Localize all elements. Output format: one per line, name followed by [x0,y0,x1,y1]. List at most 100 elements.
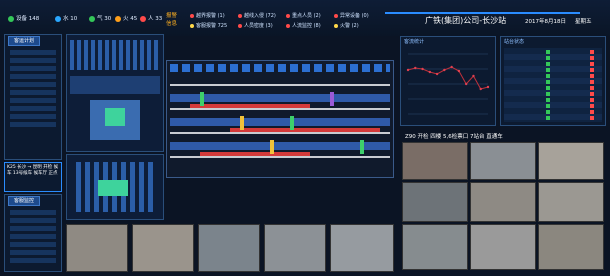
plan-list [8,50,58,140]
camera-feed[interactable] [402,224,468,270]
floor-plan-hall [70,76,160,94]
camera-feed[interactable] [264,224,326,272]
chart-point [472,74,475,78]
list-item[interactable] [10,114,56,119]
service-list [8,210,58,270]
camera-feed[interactable] [538,224,604,270]
header-weekday: 星期五 [575,19,592,25]
chart-point [457,69,461,73]
stat-item-gas[interactable]: 气 30 [89,14,111,22]
alarm-item[interactable]: 越界报警 (1) [190,12,225,19]
chart-point [450,65,453,69]
train-marker[interactable] [230,128,380,132]
list-item[interactable] [10,226,56,231]
page-title: 广铁(集团)公司-长沙站 [425,16,507,25]
camera-feed[interactable] [470,224,536,270]
flow-line-chart [406,53,490,115]
list-item[interactable] [10,210,56,215]
list-item[interactable] [10,98,56,103]
list-item[interactable] [10,234,56,239]
zone-marker-green[interactable] [360,140,364,154]
camera-feed[interactable] [330,224,394,272]
list-item[interactable] [10,258,56,263]
chart-point [479,87,482,91]
zone-marker-green[interactable] [200,92,204,106]
list-item[interactable] [10,66,56,71]
camera-feed[interactable] [538,142,604,180]
camera-feed[interactable] [66,224,128,272]
zone-marker-yellow[interactable] [240,116,244,130]
train-label: Z90 开检 四楼 5,6检票口 7站台 直通车 [405,134,503,140]
alarm-dot-icon [334,13,338,18]
chart-point [428,70,432,74]
tab-passenger-plan[interactable]: 客运计划 [8,36,40,46]
chart-point [443,68,446,72]
list-item[interactable] [10,74,56,79]
alarm-dot-icon [286,23,290,28]
platform[interactable] [170,142,390,150]
header-date: 2017年8月18日 [525,19,566,25]
chart-point [464,82,468,86]
zone-marker-green[interactable] [290,116,294,130]
stat-item-power[interactable]: 设备 148 [8,14,39,22]
platform[interactable] [170,118,390,126]
chart-point [486,85,490,89]
zone-marker-yellow[interactable] [270,140,274,154]
alarm-item[interactable]: 重点人员 (2) [286,12,321,19]
alarm-item[interactable]: 客服报警 725 [190,22,227,29]
list-item[interactable] [10,122,56,127]
stat-item-water[interactable]: 水 10 [55,14,77,22]
list-item[interactable] [10,242,56,247]
status-column-alert [590,50,594,120]
list-item[interactable] [10,106,56,111]
tab-service-monitor[interactable]: 客服监控 [8,196,40,206]
list-item[interactable] [10,50,56,55]
list-item[interactable] [10,90,56,95]
chart-point [435,72,439,76]
alarm-label: 报警 信息 [166,13,178,27]
train-marker[interactable] [190,104,310,108]
alarm-dot-icon [190,13,194,18]
alarm-dot-icon [238,23,242,28]
gas-icon [89,15,95,22]
list-item[interactable] [10,250,56,255]
status-column-ok [546,50,550,120]
alarm-item[interactable]: 异常设备 (0) [334,12,369,19]
list-item[interactable] [10,218,56,223]
camera-feed[interactable] [132,224,194,272]
camera-feed[interactable] [198,224,260,272]
chart-point [421,67,424,71]
stat-item-fire[interactable]: 火 45 [115,14,137,22]
stat-item-alert[interactable]: 人 33 [140,14,162,22]
status-table [504,48,602,122]
list-item[interactable] [10,58,56,63]
track-line [170,84,390,86]
water-icon [55,15,61,22]
alarm-item[interactable]: 人员密度 (3) [238,22,273,29]
alarm-dot-icon [286,13,290,18]
alarm-item[interactable]: 火警 (2) [334,22,359,29]
floor-plan-area-green [105,108,125,126]
header-glow-line [385,12,580,14]
train-info-text: K25 长沙 → 昆明 开检 候车 13号候车 候车厅 正点 [7,165,59,176]
track-line [170,108,390,110]
series-line [407,66,489,90]
camera-feed[interactable] [470,142,536,180]
chart-point [414,66,417,70]
camera-feed[interactable] [402,182,468,222]
camera-feed[interactable] [402,142,468,180]
alarm-item[interactable]: 人流监控 (8) [286,22,321,29]
alert-icon [140,15,146,22]
alarm-dot-icon [190,23,194,28]
floor-plan-area-green [98,180,128,196]
fire-icon [115,15,121,22]
camera-feed[interactable] [538,182,604,222]
train-marker[interactable] [200,152,310,156]
list-item[interactable] [10,82,56,87]
zone-marker-purple[interactable] [330,92,334,106]
alarm-dot-icon [238,13,242,18]
camera-feed[interactable] [470,182,536,222]
track-line [170,132,390,134]
alarm-item[interactable]: 越线入侵 (72) [238,12,276,19]
alarm-dot-icon [334,23,338,28]
